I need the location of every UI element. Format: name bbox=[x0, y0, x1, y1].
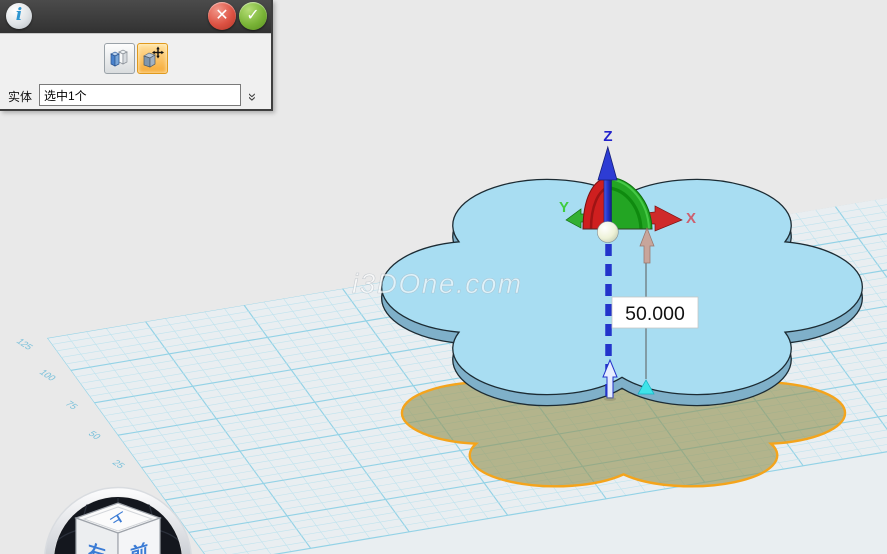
info-icon[interactable] bbox=[6, 3, 32, 29]
measurement-value[interactable]: 50.000 bbox=[612, 297, 698, 328]
z-axis-label: Z bbox=[603, 128, 612, 145]
x-axis-label: X bbox=[686, 210, 696, 227]
y-axis-label: Y bbox=[559, 199, 569, 216]
entity-row: 实体 bbox=[0, 84, 271, 106]
copy-mode-button[interactable] bbox=[104, 43, 135, 74]
expand-button[interactable] bbox=[240, 85, 264, 105]
rotate-handle-y[interactable] bbox=[609, 177, 652, 229]
confirm-button[interactable] bbox=[239, 2, 267, 30]
move-body-icon bbox=[141, 46, 164, 69]
panel-titlebar bbox=[0, 0, 271, 34]
mode-button-row bbox=[0, 43, 271, 74]
double-chevron-down-icon bbox=[242, 93, 262, 99]
entity-input[interactable] bbox=[39, 84, 241, 106]
watermark: i3DOne.com bbox=[352, 268, 523, 299]
svg-text:75: 75 bbox=[63, 400, 80, 411]
entity-label: 实体 bbox=[8, 88, 32, 105]
copy-bodies-icon bbox=[108, 46, 131, 69]
contact-shadow bbox=[604, 397, 616, 401]
svg-text:50: 50 bbox=[86, 430, 103, 441]
svg-text:25: 25 bbox=[110, 459, 127, 470]
gizmo-origin-sphere[interactable] bbox=[597, 222, 618, 243]
svg-text:125: 125 bbox=[14, 337, 35, 351]
command-panel: 实体 bbox=[0, 0, 273, 111]
svg-text:50.000: 50.000 bbox=[625, 303, 685, 325]
cancel-button[interactable] bbox=[208, 2, 236, 30]
svg-text:100: 100 bbox=[37, 368, 58, 382]
move-mode-button[interactable] bbox=[137, 43, 168, 74]
